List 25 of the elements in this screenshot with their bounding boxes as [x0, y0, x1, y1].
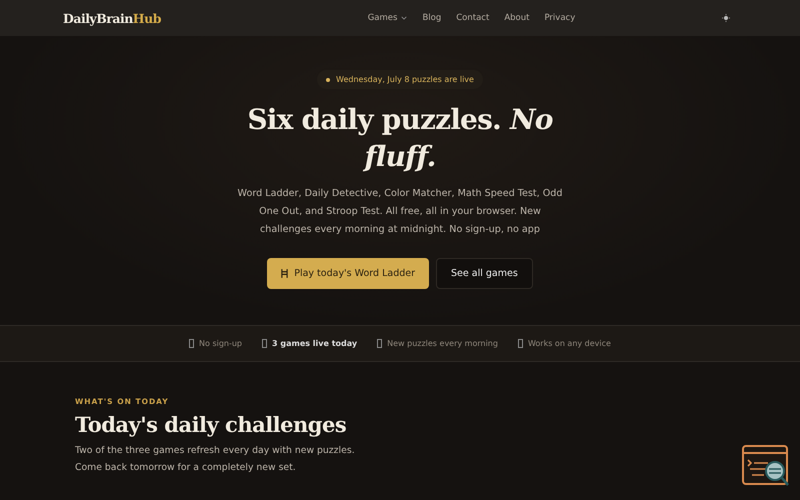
feature-icon — [262, 339, 268, 348]
section-description: Two of the three games refresh every day with new puzzles. Come back tomorrow for a completely new set. — [75, 444, 356, 475]
chevron-down-icon — [401, 16, 408, 20]
status-badge: Wednesday, July 8 puzzles are live — [317, 70, 483, 89]
nav-link[interactable]: About — [504, 13, 530, 23]
feature-label: No sign-up — [199, 339, 242, 348]
feature-icon — [518, 339, 523, 348]
browser-search-icon[interactable] — [742, 445, 790, 487]
feature-label: Works on any device — [528, 339, 611, 348]
hero-title: Six daily puzzles. No fluff. — [246, 102, 554, 175]
section-title: Today's daily challenges — [75, 412, 348, 437]
nav-link[interactable]: Contact — [456, 13, 490, 23]
nav-link[interactable]: Privacy — [544, 13, 576, 23]
feature-icon — [189, 339, 194, 348]
logo-link[interactable]: DailyBrainHub — [63, 10, 161, 26]
play-button[interactable]: Play today's Word Ladder — [267, 258, 430, 289]
feature-icon — [377, 339, 382, 348]
feature-label: New puzzles every morning — [387, 339, 498, 348]
sun-icon[interactable] — [722, 14, 730, 22]
ladder-icon — [281, 269, 288, 278]
nav-link[interactable]: Blog — [422, 13, 442, 23]
games-dropdown[interactable]: Games — [368, 13, 408, 23]
hero-description: Word Ladder, Daily Detective, Color Matcher, Math Speed Test, Odd One Out, and Stroop Test. All free, all in your browser. New challenges every morning at midnight. No sign-up, no app — [236, 187, 564, 237]
feature-label: 3 games live today — [272, 339, 358, 348]
see-games-button[interactable]: See all games — [436, 258, 533, 289]
